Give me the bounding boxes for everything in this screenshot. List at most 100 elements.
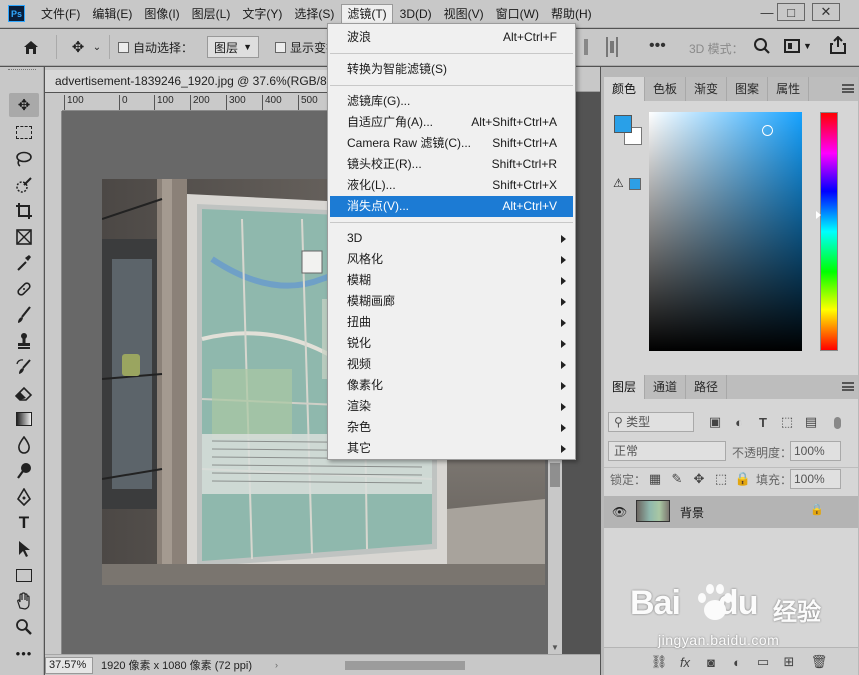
auto-select-target-dropdown[interactable]: 图层 ▼ — [207, 36, 260, 58]
menu-help[interactable]: 帮助(H) — [546, 4, 597, 24]
scroll-down-icon[interactable]: ▼ — [551, 643, 559, 652]
frame-tool-icon[interactable] — [9, 225, 39, 249]
document-tab[interactable]: advertisement-1839246_1920.jpg @ 37.6%(R… — [45, 70, 345, 92]
chevron-down-icon[interactable]: ▼ — [803, 41, 812, 51]
stamp-tool-icon[interactable] — [9, 329, 39, 353]
filter-item-wave[interactable]: 波浪 Alt+Ctrl+F — [330, 27, 573, 48]
filter-submenu-video[interactable]: 视频 — [330, 354, 573, 375]
delete-layer-icon[interactable]: 🗑 — [810, 653, 828, 671]
lock-transparent-pixels-icon[interactable]: ▦ — [646, 470, 664, 488]
filter-item-adaptive-wide-angle[interactable]: 自适应广角(A)... Alt+Shift+Ctrl+A — [330, 112, 573, 133]
menu-image[interactable]: 图像(I) — [139, 4, 184, 24]
menu-select[interactable]: 选择(S) — [289, 4, 339, 24]
distribute-icon[interactable] — [604, 37, 620, 57]
filter-adjustment-layer-icon[interactable]: ◐ — [730, 413, 748, 431]
tab-layers[interactable]: 图层 — [604, 375, 646, 399]
filter-item-liquify[interactable]: 液化(L)... Shift+Ctrl+X — [330, 175, 573, 196]
healing-brush-tool-icon[interactable] — [9, 277, 39, 301]
eraser-tool-icon[interactable] — [9, 381, 39, 405]
layer-row[interactable]: 👁 背景 🔒 — [604, 496, 858, 528]
marquee-tool-icon[interactable] — [9, 120, 39, 144]
brush-tool-icon[interactable] — [9, 303, 39, 327]
tab-paths[interactable]: 路径 — [686, 375, 728, 399]
filter-shape-layer-icon[interactable]: ⬚ — [778, 413, 796, 431]
filter-pixel-layer-icon[interactable]: ▣ — [706, 413, 724, 431]
align-icon[interactable] — [584, 39, 588, 55]
show-transform-checkbox[interactable] — [275, 41, 287, 53]
filter-item-lens-correction[interactable]: 镜头校正(R)... Shift+Ctrl+R — [330, 154, 573, 175]
filter-type-layer-icon[interactable]: T — [754, 413, 772, 431]
filter-submenu-blur[interactable]: 模糊 — [330, 270, 573, 291]
hue-slider-handle[interactable] — [816, 211, 821, 219]
filter-submenu-stylize[interactable]: 风格化 — [330, 249, 573, 270]
layer-style-icon[interactable]: fx — [676, 653, 694, 671]
menu-edit[interactable]: 编辑(E) — [87, 4, 137, 24]
close-button[interactable]: ✕ — [812, 3, 840, 21]
status-info-arrow-icon[interactable]: › — [275, 660, 278, 670]
gamut-color-swatch[interactable] — [629, 178, 641, 190]
menu-view[interactable]: 视图(V) — [439, 4, 489, 24]
filter-submenu-noise[interactable]: 杂色 — [330, 417, 573, 438]
hue-slider[interactable] — [816, 112, 838, 351]
eye-icon[interactable]: 👁 — [612, 505, 627, 519]
gradient-tool-icon[interactable] — [9, 407, 39, 431]
menu-window[interactable]: 窗口(W) — [491, 4, 544, 24]
filter-item-filter-gallery[interactable]: 滤镜库(G)... — [330, 91, 573, 112]
filter-smart-object-icon[interactable]: ▤ — [802, 413, 820, 431]
vertical-ruler[interactable] — [45, 111, 62, 654]
new-layer-icon[interactable]: ⊞ — [780, 653, 798, 671]
color-picker-cursor[interactable] — [762, 125, 773, 136]
panel-menu-icon[interactable] — [842, 382, 854, 391]
filter-submenu-sharpen[interactable]: 锐化 — [330, 333, 573, 354]
lock-artboard-icon[interactable]: ⬚ — [712, 470, 730, 488]
blend-mode-dropdown[interactable]: 正常 — [608, 441, 726, 461]
add-mask-icon[interactable]: ◙ — [702, 653, 720, 671]
edit-toolbar-icon[interactable]: ••• — [9, 641, 39, 665]
history-brush-tool-icon[interactable] — [9, 355, 39, 379]
filter-submenu-blur-gallery[interactable]: 模糊画廊 — [330, 291, 573, 312]
filter-item-convert-smart-filter[interactable]: 转换为智能滤镜(S) — [330, 59, 573, 80]
move-tool-icon[interactable]: ✥ — [65, 34, 91, 60]
menu-file[interactable]: 文件(F) — [36, 4, 85, 24]
zoom-tool-icon[interactable] — [9, 615, 39, 639]
lock-image-pixels-icon[interactable]: ✎ — [668, 470, 686, 488]
zoom-level-field[interactable]: 37.57% — [45, 656, 93, 674]
menu-type[interactable]: 文字(Y) — [237, 4, 287, 24]
tab-channels[interactable]: 通道 — [645, 375, 687, 399]
rectangle-tool-icon[interactable] — [9, 563, 39, 587]
layer-filter-kind-dropdown[interactable]: ⚲ 类型 — [608, 412, 694, 432]
tab-gradients[interactable]: 渐变 — [686, 77, 728, 101]
dodge-tool-icon[interactable] — [9, 459, 39, 483]
layer-name[interactable]: 背景 — [680, 504, 704, 521]
quick-select-tool-icon[interactable] — [9, 173, 39, 197]
menu-filter[interactable]: 滤镜(T) — [341, 3, 393, 24]
lock-position-icon[interactable]: ✥ — [690, 470, 708, 488]
filter-item-camera-raw[interactable]: Camera Raw 滤镜(C)... Shift+Ctrl+A — [330, 133, 573, 154]
more-options-icon[interactable]: ••• — [649, 37, 666, 55]
share-icon[interactable] — [830, 35, 846, 57]
panel-menu-icon[interactable] — [842, 84, 854, 93]
pen-tool-icon[interactable] — [9, 485, 39, 509]
filter-submenu-3d[interactable]: 3D — [330, 228, 573, 249]
filter-submenu-other[interactable]: 其它 — [330, 438, 573, 459]
tab-patterns[interactable]: 图案 — [727, 77, 769, 101]
menu-layer[interactable]: 图层(L) — [187, 4, 236, 24]
auto-select-checkbox[interactable] — [118, 41, 129, 53]
lasso-tool-icon[interactable] — [9, 147, 39, 171]
horizontal-scrollbar-thumb[interactable] — [345, 661, 465, 670]
type-tool-icon[interactable]: T — [9, 511, 39, 535]
filter-item-vanishing-point[interactable]: 消失点(V)... Alt+Ctrl+V — [330, 196, 573, 217]
filter-toggle-switch[interactable] — [834, 417, 841, 429]
search-icon[interactable] — [753, 37, 771, 58]
foreground-color-swatch[interactable] — [614, 115, 632, 133]
vertical-scrollbar-thumb[interactable] — [550, 463, 560, 487]
filter-submenu-distort[interactable]: 扭曲 — [330, 312, 573, 333]
menu-3d[interactable]: 3D(D) — [395, 4, 437, 24]
new-group-icon[interactable]: ▭ — [754, 653, 772, 671]
adjustment-layer-icon[interactable]: ◐ — [728, 653, 746, 671]
opacity-field[interactable]: 100% — [790, 441, 841, 461]
tab-properties[interactable]: 属性 — [768, 77, 810, 101]
chevron-down-icon[interactable]: ⌄ — [91, 34, 103, 60]
filter-submenu-pixelate[interactable]: 像素化 — [330, 375, 573, 396]
crop-tool-icon[interactable] — [9, 199, 39, 223]
